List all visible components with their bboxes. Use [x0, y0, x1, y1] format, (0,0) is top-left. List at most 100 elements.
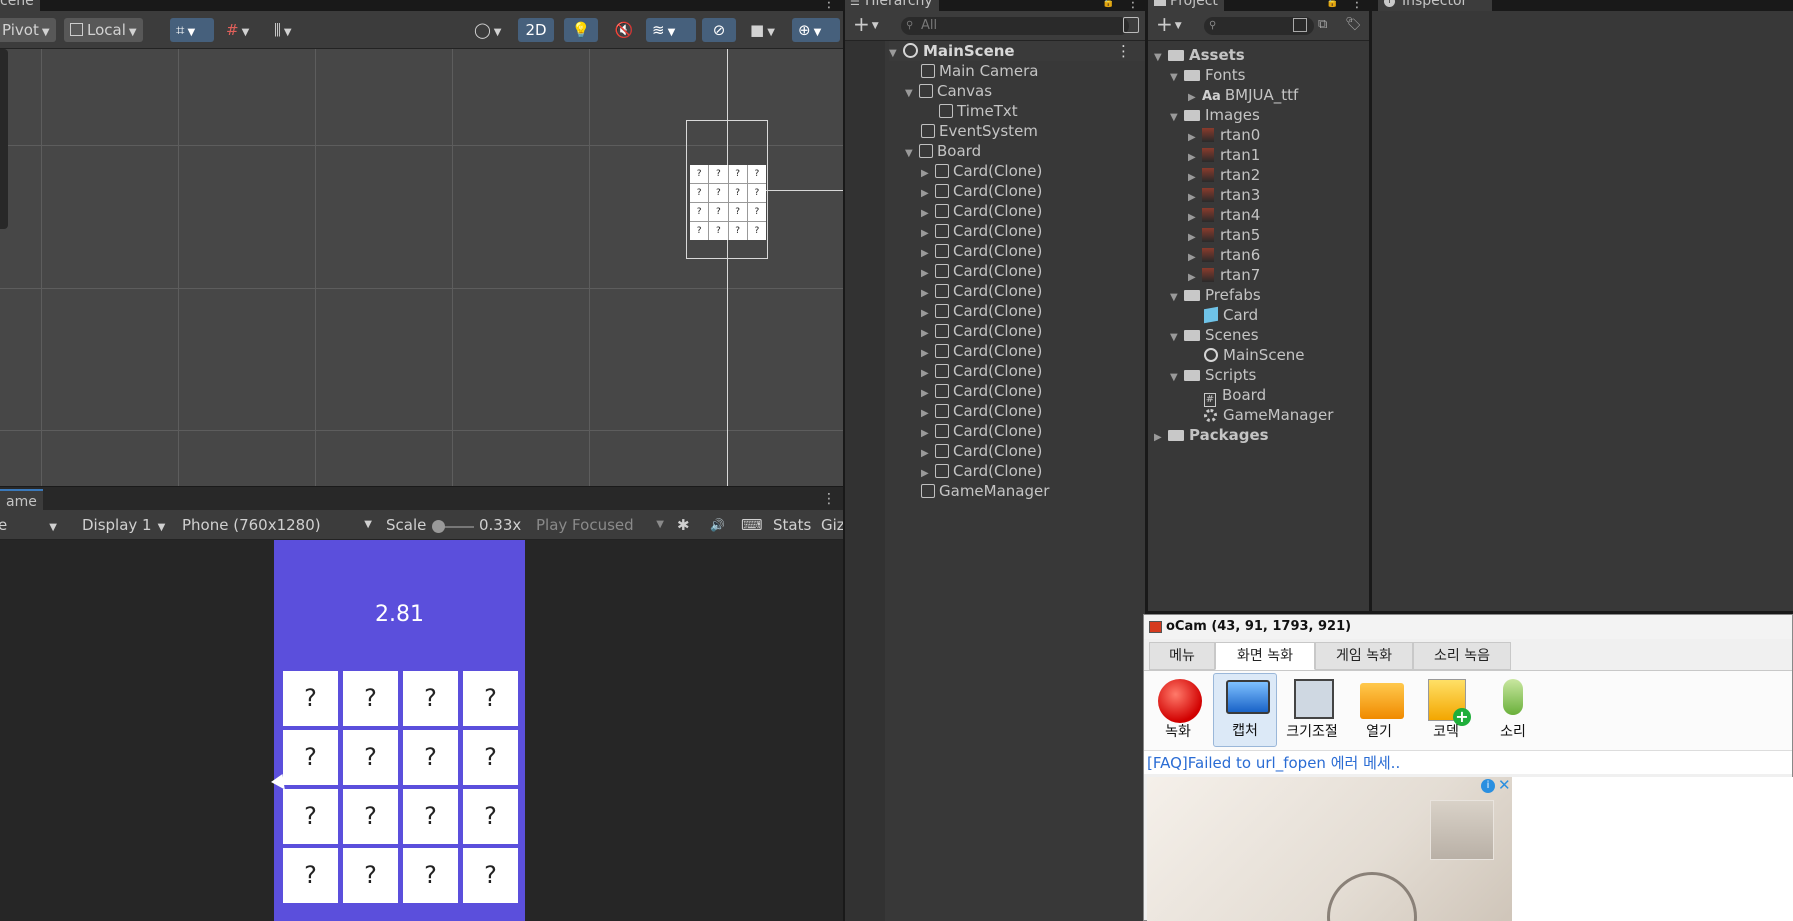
2d-toggle[interactable]: 2D: [518, 18, 554, 42]
hierarchy-item-card-clone[interactable]: ▶ Card(Clone): [921, 401, 1042, 421]
project-item-image[interactable]: ▶ rtan0: [1188, 125, 1260, 145]
scene-menu-icon[interactable]: ⋮: [1116, 41, 1131, 61]
game-viewport[interactable]: 2.81 ????????????????: [0, 540, 843, 921]
tab-game[interactable]: ame: [0, 489, 43, 511]
card-tile[interactable]: ?: [403, 848, 458, 903]
hierarchy-search-input[interactable]: ⚲ All: [901, 17, 1129, 35]
increment-snap-button[interactable]: ⫼ ▼: [268, 18, 314, 42]
hierarchy-item-card-clone[interactable]: ▶ Card(Clone): [921, 441, 1042, 461]
lighting-toggle[interactable]: 💡: [564, 18, 598, 42]
hierarchy-lock-icon[interactable]: 🔓: [1102, 0, 1114, 9]
scene-menu-icon[interactable]: ⋮: [822, 0, 836, 10]
hierarchy-scene-row[interactable]: ▼ MainScene ⋮: [889, 41, 1145, 61]
scene-visibility-toggle[interactable]: ⊘: [702, 18, 736, 42]
project-folder-scenes[interactable]: ▼ Scenes: [1170, 325, 1259, 345]
hierarchy-item-board[interactable]: ▼ Board: [905, 141, 981, 161]
hierarchy-item-timetxt[interactable]: TimeTxt: [939, 101, 1018, 121]
hierarchy-item-card-clone[interactable]: ▶ Card(Clone): [921, 181, 1042, 201]
card-tile[interactable]: ?: [343, 789, 398, 844]
gizmos-dropdown[interactable]: ⊕ ▼: [792, 18, 840, 42]
search-scene-icon[interactable]: [1123, 17, 1139, 33]
ocam-resize-button[interactable]: 크기조절: [1280, 673, 1344, 747]
card-tile[interactable]: ?: [463, 730, 518, 785]
card-tile[interactable]: ?: [283, 789, 338, 844]
hierarchy-item-card-clone[interactable]: ▶ Card(Clone): [921, 221, 1042, 241]
hierarchy-item-card-clone[interactable]: ▶ Card(Clone): [921, 361, 1042, 381]
expand-triangle-icon[interactable]: ▼: [905, 84, 919, 104]
card-tile[interactable]: ?: [283, 730, 338, 785]
tools-overlay[interactable]: [0, 49, 8, 229]
card-tile[interactable]: ?: [343, 671, 398, 726]
hierarchy-item-card-clone[interactable]: ▶ Card(Clone): [921, 241, 1042, 261]
speaker-icon[interactable]: 🔊: [710, 518, 725, 532]
hierarchy-item-card-clone[interactable]: ▶ Card(Clone): [921, 341, 1042, 361]
card-tile[interactable]: ?: [343, 848, 398, 903]
expand-triangle-icon[interactable]: ▼: [1170, 328, 1184, 348]
keyboard-icon[interactable]: ⌨: [741, 516, 763, 534]
project-item-card-prefab[interactable]: Card: [1204, 305, 1258, 325]
project-item-gamemanager-script[interactable]: GameManager: [1204, 405, 1333, 425]
card-tile[interactable]: ?: [403, 730, 458, 785]
project-lock-icon[interactable]: 🔓: [1326, 0, 1338, 9]
ocam-tab-screen-record[interactable]: 화면 녹화: [1215, 642, 1315, 670]
hierarchy-item-main-camera[interactable]: Main Camera: [921, 61, 1038, 81]
ocam-sound-button[interactable]: 소리: [1481, 673, 1545, 747]
expand-triangle-icon[interactable]: ▼: [889, 44, 903, 64]
project-item-image[interactable]: ▶ rtan2: [1188, 165, 1260, 185]
audio-toggle[interactable]: 🔇: [608, 18, 640, 42]
ocam-codec-button[interactable]: 코덱: [1414, 673, 1478, 747]
ad-info-icon[interactable]: i: [1481, 779, 1495, 793]
ocam-open-button[interactable]: 열기: [1347, 673, 1411, 747]
hierarchy-item-card-clone[interactable]: ▶ Card(Clone): [921, 421, 1042, 441]
hierarchy-item-card-clone[interactable]: ▶ Card(Clone): [921, 281, 1042, 301]
display-dropdown[interactable]: Display 1 ▼: [82, 516, 165, 534]
ocam-title-bar[interactable]: oCam (43, 91, 1793, 921): [1144, 615, 1792, 639]
scale-slider-handle[interactable]: [432, 520, 445, 533]
hierarchy-item-eventsystem[interactable]: EventSystem: [921, 121, 1038, 141]
ocam-record-button[interactable]: 녹화: [1146, 673, 1210, 747]
expand-triangle-icon[interactable]: ▼: [1170, 108, 1184, 128]
hierarchy-item-canvas[interactable]: ▼ Canvas: [905, 81, 992, 101]
project-item-image[interactable]: ▶ rtan6: [1188, 245, 1260, 265]
game-view-dropdown[interactable]: e ▼: [0, 516, 57, 534]
effects-dropdown[interactable]: ≋ ▼: [646, 18, 696, 42]
search-scene-icon[interactable]: [1293, 18, 1307, 32]
project-item-image[interactable]: ▶ rtan1: [1188, 145, 1260, 165]
hierarchy-item-card-clone[interactable]: ▶ Card(Clone): [921, 201, 1042, 221]
hierarchy-item-card-clone[interactable]: ▶ Card(Clone): [921, 161, 1042, 181]
hierarchy-item-card-clone[interactable]: ▶ Card(Clone): [921, 261, 1042, 281]
ocam-capture-button[interactable]: 캡처: [1213, 673, 1277, 747]
project-item-image[interactable]: ▶ rtan3: [1188, 185, 1260, 205]
card-tile[interactable]: ?: [463, 848, 518, 903]
project-folder-packages[interactable]: ▶ Packages: [1154, 425, 1269, 445]
resolution-dropdown[interactable]: Phone (760x1280) ▼: [182, 516, 372, 534]
project-folder-scripts[interactable]: ▼ Scripts: [1170, 365, 1256, 385]
expand-triangle-icon[interactable]: ▼: [1170, 68, 1184, 88]
gizmos-button[interactable]: Giz: [821, 516, 845, 534]
hierarchy-item-card-clone[interactable]: ▶ Card(Clone): [921, 321, 1042, 341]
board-preview[interactable]: ????????????????: [690, 165, 766, 240]
project-item-board-script[interactable]: # Board: [1204, 385, 1266, 407]
project-folder-images[interactable]: ▼ Images: [1170, 105, 1260, 125]
camera-dropdown[interactable]: ■ ▼: [744, 18, 788, 42]
game-menu-icon[interactable]: ⋮: [822, 492, 836, 506]
expand-triangle-icon[interactable]: ▼: [1170, 288, 1184, 308]
add-icon[interactable]: + ▼: [1156, 14, 1182, 36]
local-dropdown[interactable]: Local ▼: [64, 18, 143, 42]
draw-mode-dropdown[interactable]: ◯ ▼: [468, 18, 512, 42]
play-focused-dropdown[interactable]: Play Focused ▼: [536, 516, 664, 534]
expand-triangle-icon[interactable]: ▼: [1170, 368, 1184, 388]
card-tile[interactable]: ?: [343, 730, 398, 785]
grid-visibility-button[interactable]: # ▼: [220, 18, 264, 42]
expand-triangle-icon[interactable]: ▼: [905, 144, 919, 164]
card-tile[interactable]: ?: [403, 789, 458, 844]
project-menu-icon[interactable]: ⋮: [1350, 0, 1364, 10]
hierarchy-menu-icon[interactable]: ⋮: [1126, 0, 1140, 10]
project-item-image[interactable]: ▶ rtan5: [1188, 225, 1260, 245]
ocam-tab-audio-record[interactable]: 소리 녹음: [1413, 642, 1511, 670]
project-item-image[interactable]: ▶ rtan7: [1188, 265, 1260, 285]
ocam-faq-link[interactable]: [FAQ]Failed to url_fopen 에러 메세..: [1144, 750, 1792, 774]
expand-triangle-icon[interactable]: ▼: [1154, 48, 1168, 68]
add-icon[interactable]: + ▼: [853, 14, 879, 36]
card-tile[interactable]: ?: [283, 671, 338, 726]
